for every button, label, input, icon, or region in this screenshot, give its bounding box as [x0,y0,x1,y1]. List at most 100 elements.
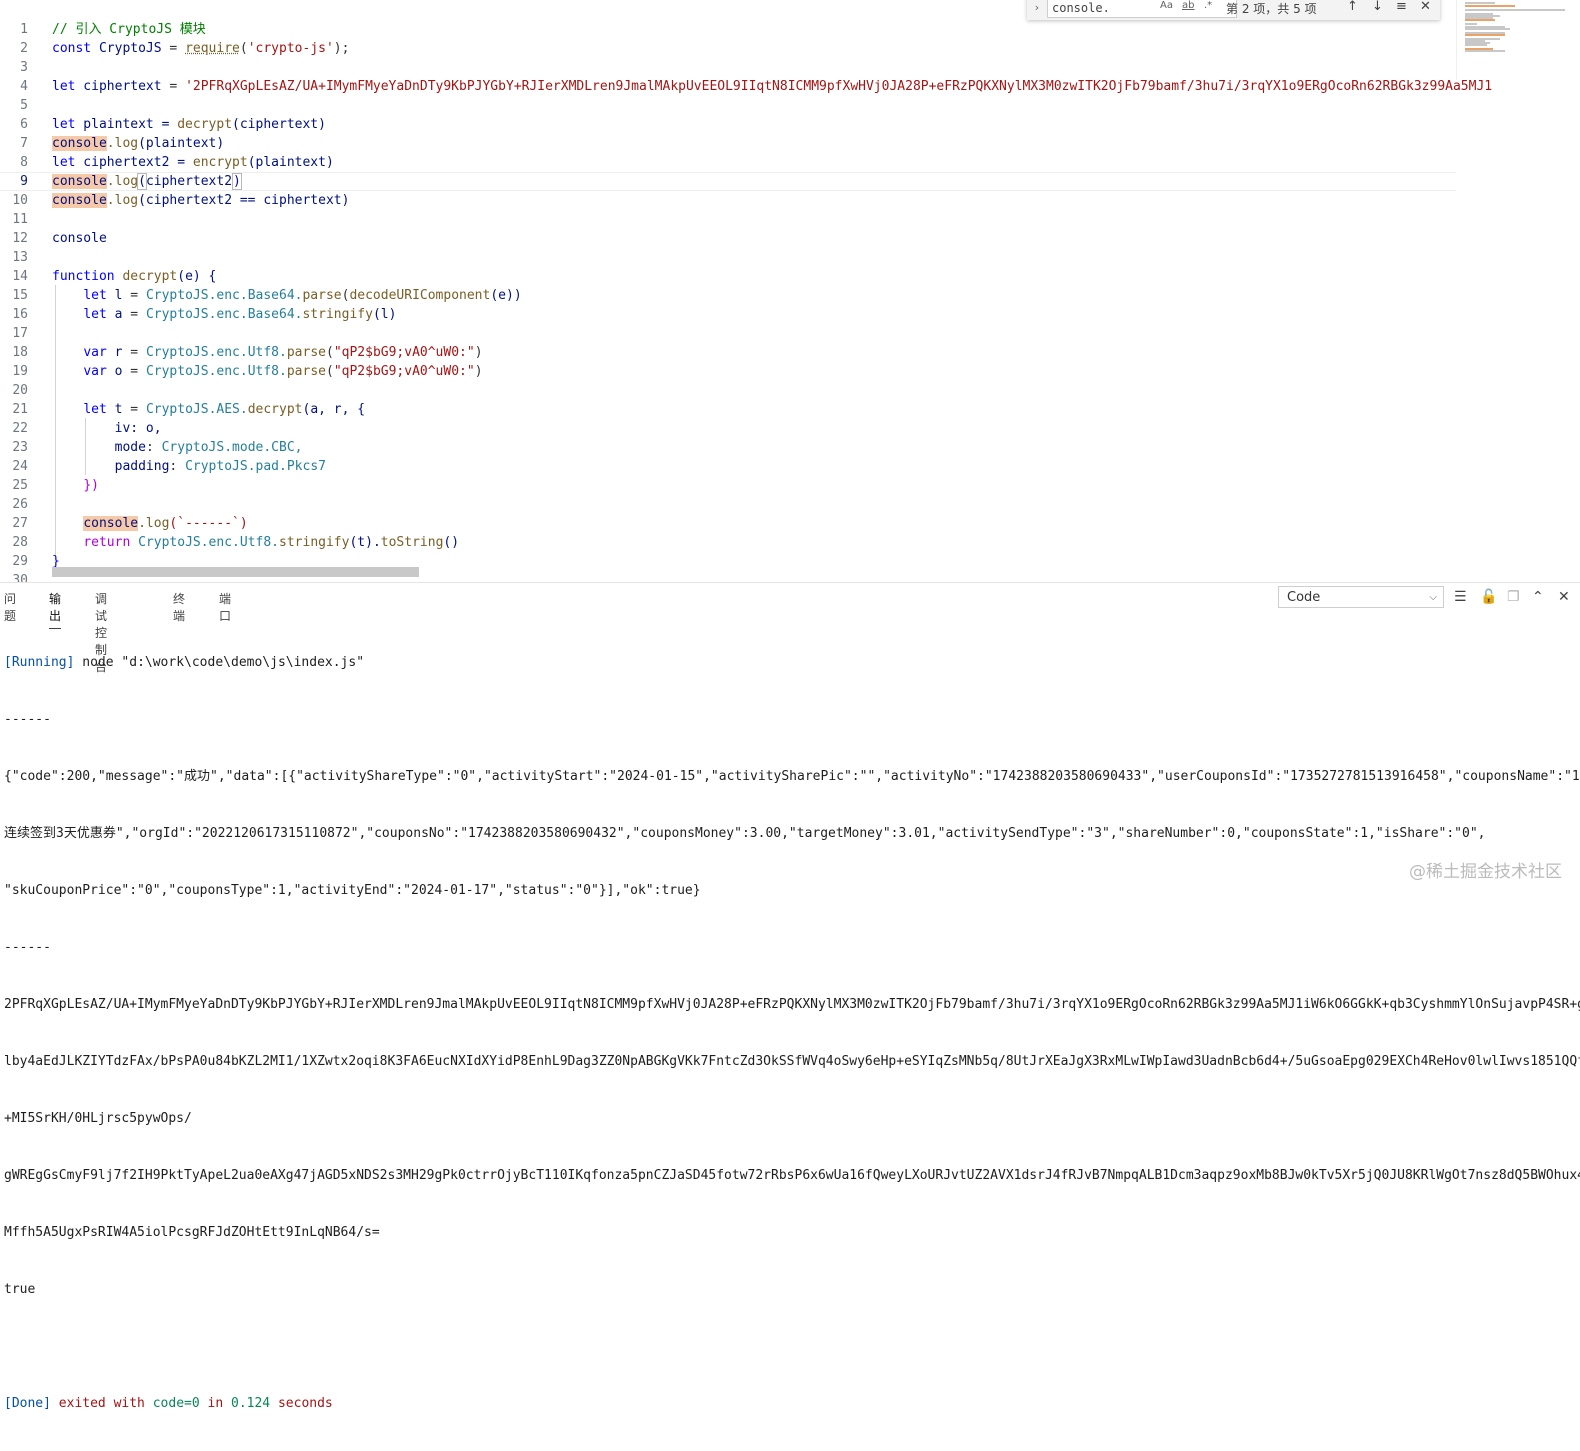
line-number: 22 [12,421,28,436]
output-line: [Done] exited with code=0 in 0.124 secon… [4,1396,333,1411]
chevron-up-icon[interactable]: ⌃ [1532,589,1544,605]
line-number: 25 [12,478,28,493]
next-match-icon[interactable]: ↓ [1372,0,1383,14]
search-match: console [83,516,139,531]
code-area[interactable]: // 引入 CryptoJS 模块 const CryptoJS = requi… [0,20,1493,571]
output-line: +MI5SrKH/0HLjrsc5pywOps/ [4,1111,192,1126]
output-line: [Running] node "d:\work\code\demo\js\ind… [4,655,365,670]
output-log[interactable]: [Running] node "d:\work\code\demo\js\ind… [4,615,1580,1451]
code-line: var o = CryptoJS.enc.Utf8.parse("qP2$bG9… [83,364,483,379]
code-line: let t = CryptoJS.AES.decrypt(a, r, { [83,402,366,417]
code-line: const CryptoJS = require('crypto-js'); [52,41,350,56]
whole-word-icon[interactable]: ab [1182,0,1194,11]
watermark: @稀土掘金技术社区 [1409,862,1562,882]
line-number: 7 [20,136,28,151]
code-line: function decrypt(e) { [52,269,217,284]
chevron-right-icon[interactable]: › [1031,1,1043,14]
line-number: 24 [12,459,28,474]
minimap-line [1465,5,1515,7]
line-number: 11 [12,212,28,227]
chevron-down-icon: ⌵ [1429,592,1437,603]
line-number: 29 [12,554,28,569]
copy-icon[interactable]: ❐ [1507,589,1520,605]
code-line: iv: o, [114,421,162,436]
minimap-line [1465,2,1495,4]
line-number: 23 [12,440,28,455]
output-line: "skuCouponPrice":"0","couponsType":1,"ac… [4,883,701,898]
code-line-current: console.log(ciphertext2) [0,172,1456,191]
list-icon[interactable]: ☰ [1454,589,1467,605]
line-number: 28 [12,535,28,550]
line-number: 14 [12,269,28,284]
line-number: 16 [12,307,28,322]
line-number: 2 [20,41,28,56]
minimap-line [1465,23,1477,25]
line-number: 20 [12,383,28,398]
code-line: mode: CryptoJS.mode.CBC, [114,440,303,455]
line-number: 27 [12,516,28,531]
code-line: let ciphertext2 = encrypt(plaintext) [52,155,334,170]
line-number: 21 [12,402,28,417]
line-number: 18 [12,345,28,360]
code-line: console.log(plaintext) [52,136,225,151]
line-number: 30 [12,573,28,582]
code-line: let plaintext = decrypt(ciphertext) [52,117,326,132]
line-number: 8 [20,155,28,170]
code-line: return CryptoJS.enc.Utf8.stringify(t).to… [83,535,460,550]
code-line: let ciphertext = '2PFRqXGpLEsAZ/UA+IMymF… [52,79,1493,94]
match-case-icon[interactable]: Aa [1160,0,1173,11]
line-number: 15 [12,288,28,303]
horizontal-scrollbar[interactable] [52,567,419,577]
close-icon[interactable]: ✕ [1558,589,1570,605]
code-line: let a = CryptoJS.enc.Base64.stringify(l) [83,307,397,322]
find-match-count: 第 2 项，共 5 项 [1226,2,1317,16]
minimap-line [1465,50,1505,52]
line-number: 19 [12,364,28,379]
minimap-line [1465,44,1487,46]
line-number: 17 [12,326,28,341]
minimap-line [1465,28,1510,30]
search-match: console [52,193,107,208]
lock-icon[interactable]: 🔓 [1480,589,1497,605]
output-line: 连续签到3天优惠券","orgId":"2022120617315110872"… [4,826,1486,841]
code-line: }) [83,478,99,493]
line-number: 9 [20,174,28,189]
minimap-line [1465,34,1505,36]
output-line: ------ [4,940,51,955]
line-number: 10 [12,193,28,208]
output-line: true [4,1282,36,1297]
code-editor[interactable]: 1 2 3 4 5 6 7 8 9 10 11 12 13 14 15 16 17 18 19 20 21 22 23 24 2… [0,0,1580,582]
line-number: 6 [20,117,28,132]
line-number-gutter: 1 2 3 4 5 6 7 8 9 10 11 12 13 14 15 16 17 18 19 20 21 22 23 24 2… [0,20,36,582]
code-line: // 引入 CryptoJS 模块 [52,22,206,37]
line-number: 13 [12,250,28,265]
minimap[interactable] [1456,0,1569,80]
output-line: {"code":200,"message":"成功","data":[{"act… [4,769,1580,784]
line-number: 4 [20,79,28,94]
regex-icon[interactable]: .* [1204,0,1212,11]
line-number: 1 [20,22,28,37]
line-number: 26 [12,497,28,512]
previous-match-icon[interactable]: ↑ [1347,0,1358,14]
find-in-selection-icon[interactable]: ≡ [1396,0,1407,14]
code-line: let l = CryptoJS.enc.Base64.parse(decode… [83,288,522,303]
close-icon[interactable]: ✕ [1420,0,1431,14]
output-channel-select[interactable]: Code ⌵ [1278,586,1444,608]
minimap-line [1465,9,1565,11]
code-line: padding: CryptoJS.pad.Pkcs7 [114,459,326,474]
output-line: lby4aEdJLKZIYTdzFAx/bPsPA0u84bKZL2MI1/1X… [4,1054,1580,1069]
output-line: ------ [4,712,51,727]
search-match: console [52,136,107,151]
code-line: var r = CryptoJS.enc.Utf8.parse("qP2$bG9… [83,345,483,360]
output-line: 2PFRqXGpLEsAZ/UA+IMymFMyeYaDnDTy9KbPJYGb… [4,997,1580,1012]
minimap-line [1465,19,1495,21]
line-number: 5 [20,98,28,113]
code-line: console.log(ciphertext2 == ciphertext) [52,193,350,208]
